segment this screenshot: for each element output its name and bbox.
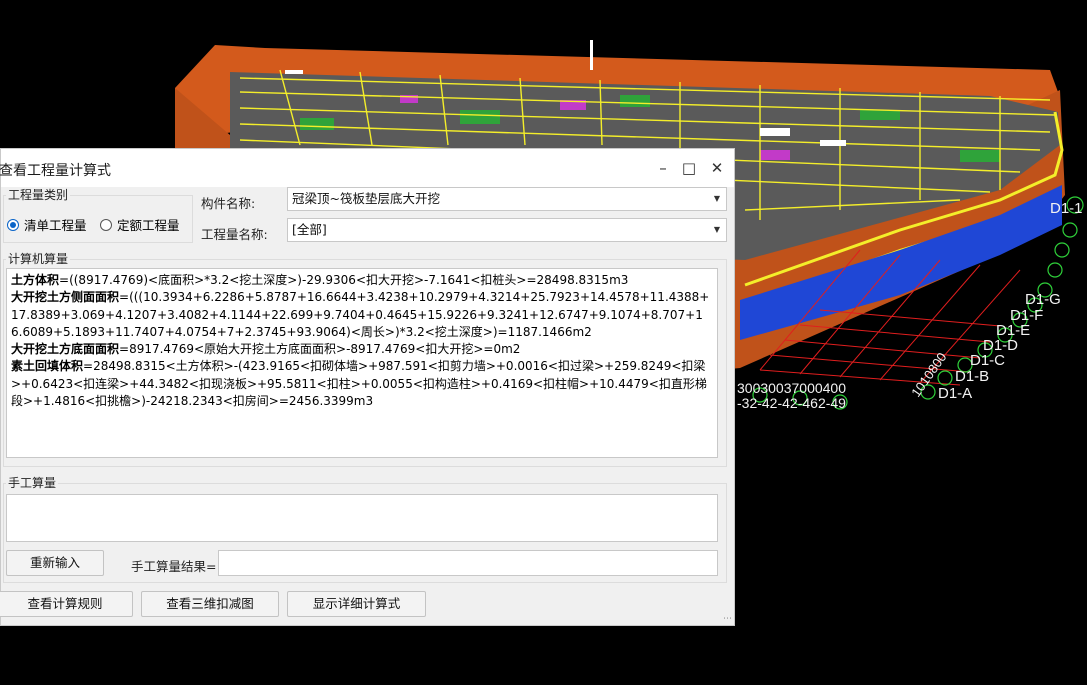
formula-textbox[interactable]: 土方体积=((8917.4769)<底面积>*3.2<挖土深度>)-29.930… [6,268,718,458]
quantity-type-legend: 工程量类别 [6,188,71,203]
formula-line: 大开挖土方底面面积=8917.4769<原始大开挖土方底面面积>-8917.47… [11,342,521,357]
maximize-icon[interactable]: □ [678,157,700,179]
axis-label-g: D1-G [1025,291,1061,308]
axis-label-d: D1-D [983,337,1018,354]
show-detailed-formula-button[interactable]: 显示详细计算式 [287,591,426,617]
close-icon[interactable]: ✕ [706,157,728,179]
quantity-name-label: 工程量名称: [201,227,268,242]
minimize-icon[interactable]: – [652,157,674,179]
component-name-value: 冠梁顶~筏板垫层底大开挖 [292,191,440,206]
axis-label-a: D1-A [938,385,972,402]
component-name-label: 构件名称: [201,196,256,211]
radio-unselected-icon [100,218,112,231]
axis-label-f: D1-F [1010,307,1043,324]
radio-bill-quantity-label: 清单工程量 [24,218,87,233]
axis-label-bottom-1: 30030037000400 [737,380,846,396]
resize-grip-icon[interactable]: ⋯ [723,614,732,624]
manual-result-value [219,555,223,570]
quantity-formula-dialog: 查看工程量计算式 – □ ✕ 工程量类别 清单工程量 定额工程量 构件名称: 冠… [0,148,735,626]
structure-patch [460,110,500,124]
component-name-select[interactable]: 冠梁顶~筏板垫层底大开挖 ▼ [287,187,727,211]
formula-line: 土方体积=((8917.4769)<底面积>*3.2<挖土深度>)-29.930… [11,273,629,287]
dialog-titlebar[interactable]: 查看工程量计算式 – □ ✕ [0,149,734,187]
reenter-button[interactable]: 重新输入 [6,550,104,576]
manual-calc-legend: 手工算量 [6,476,59,491]
radio-bill-quantity[interactable]: 清单工程量 [7,215,87,234]
manual-formula-input[interactable] [6,494,718,542]
dropdown-arrow-icon: ▼ [713,194,720,203]
view-3d-deduction-button[interactable]: 查看三维扣减图 [141,591,279,617]
formula-line: 大开挖土方侧面面积=(((10.3934+6.2286+5.8787+16.66… [11,290,710,339]
axis-label-b: D1-B [955,368,989,385]
axis-label-1: D1-1 [1050,200,1083,217]
quantity-name-value: [全部] [292,222,327,237]
computer-calc-group: 计算机算量 土方体积=((8917.4769)<底面积>*3.2<挖土深度>)-… [3,252,727,467]
quantity-name-select[interactable]: [全部] ▼ [287,218,727,242]
manual-calc-group: 手工算量 重新输入 手工算量结果= [3,476,727,583]
radio-selected-icon [7,218,19,231]
manual-result-field[interactable] [218,550,718,576]
radio-quota-quantity[interactable]: 定额工程量 [100,215,180,234]
structure-patch [860,110,900,120]
axis-label-bottom-2: -32-42-42-462-49 [737,395,846,411]
axis-label-e: D1-E [996,322,1030,339]
view-calc-rules-button[interactable]: 查看计算规则 [0,591,133,617]
computer-calc-legend: 计算机算量 [6,252,71,267]
structure-patch [620,95,650,107]
structure-patch [760,150,790,160]
structure-patch [300,118,334,130]
quantity-type-group: 工程量类别 清单工程量 定额工程量 [3,188,193,243]
dropdown-arrow-icon: ▼ [713,225,720,234]
axis-label-c: D1-C [970,352,1005,369]
manual-result-label: 手工算量结果= [131,559,217,574]
radio-quota-quantity-label: 定额工程量 [117,218,180,233]
formula-line: 素土回填体积=28498.8315<土方体积>-(423.9165<扣砌体墙>+… [11,359,707,409]
dialog-title: 查看工程量计算式 [0,163,111,179]
structure-patch [960,150,1000,162]
